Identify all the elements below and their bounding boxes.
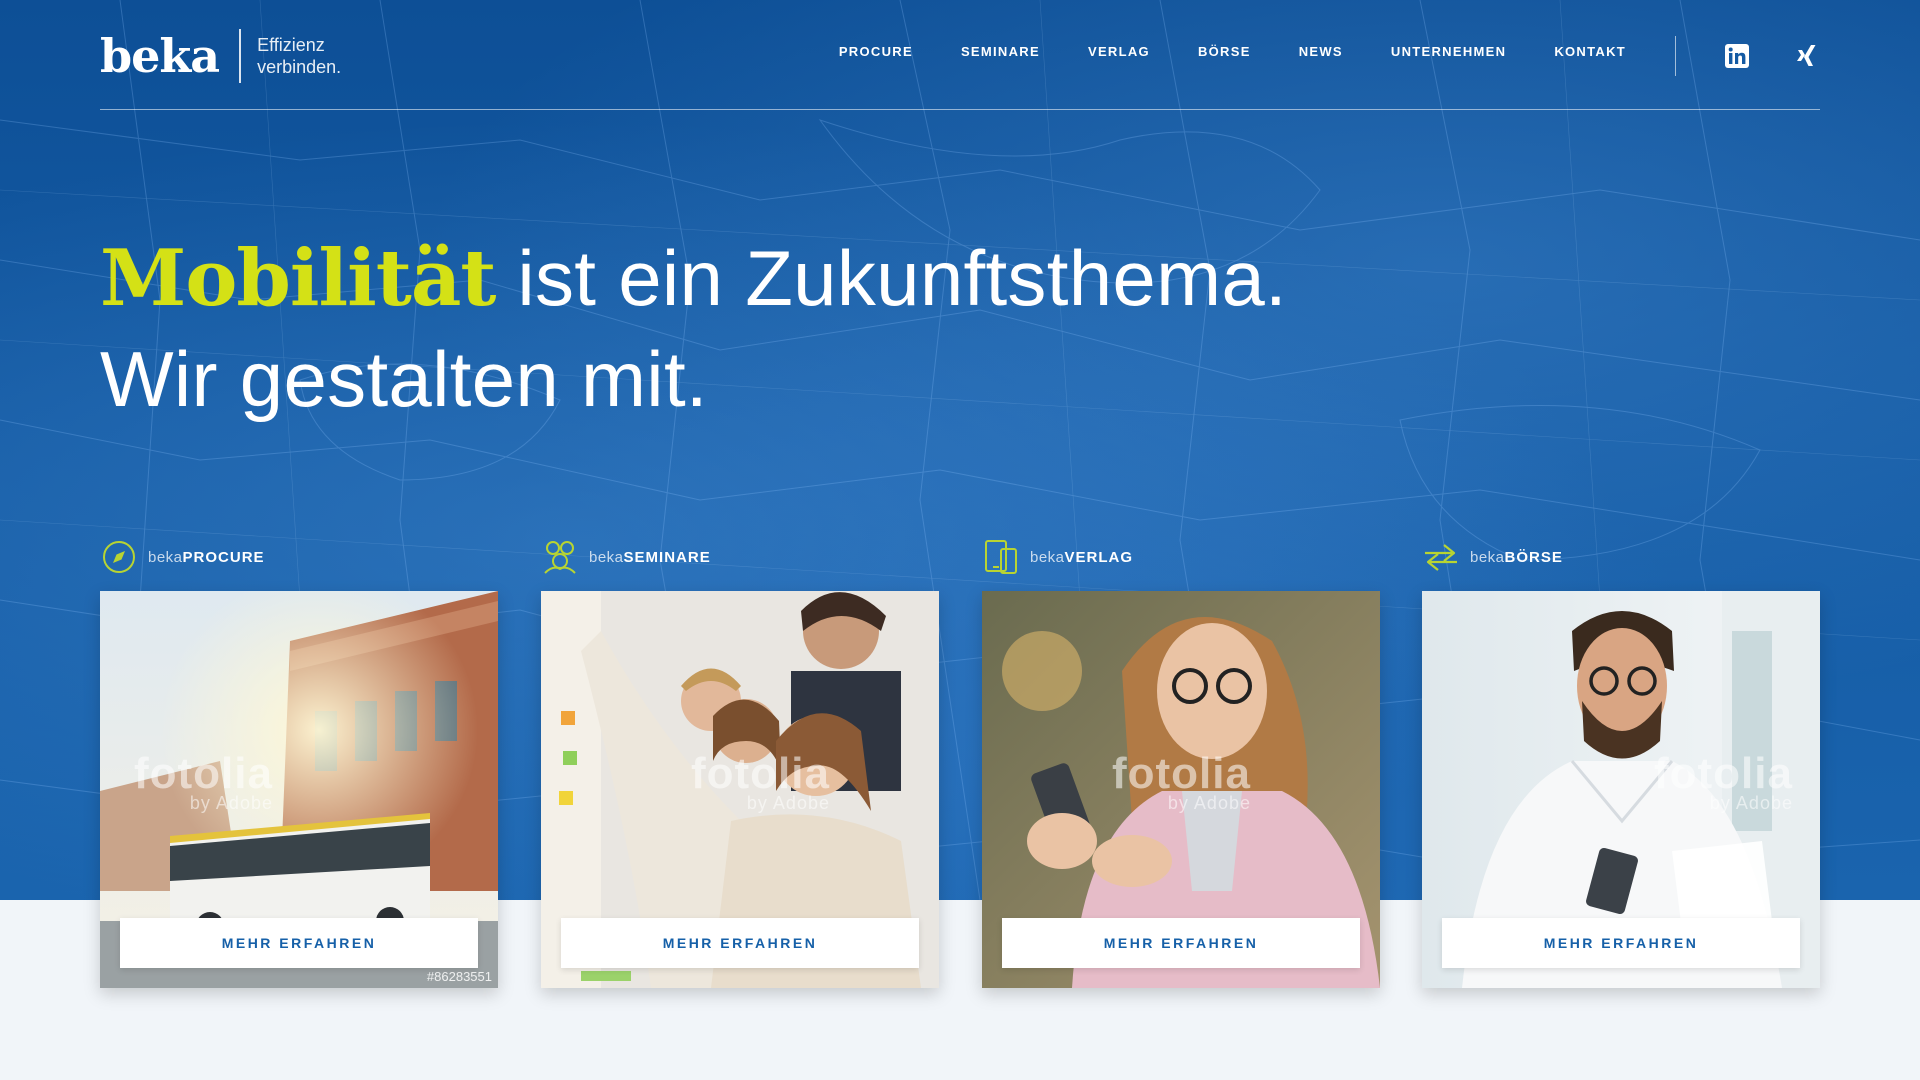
card-title: bekaSEMINARE xyxy=(589,549,711,566)
site-header: beka Effizienz verbinden. PROCURE SEMINA… xyxy=(100,28,1820,110)
nav-item-boerse[interactable]: BÖRSE xyxy=(1198,44,1251,59)
watermark: fotolia by Adobe xyxy=(1112,749,1251,813)
xing-icon[interactable] xyxy=(1794,43,1820,69)
card-title: bekaBÖRSE xyxy=(1470,549,1563,566)
exchange-arrows-icon xyxy=(1422,538,1460,576)
card-image-procure[interactable]: fotolia by Adobe #86283551 MEHR ERFAHREN xyxy=(100,591,498,988)
card-seminare: bekaSEMINARE fotolia by Adobe MEHR ERFAHR… xyxy=(541,535,939,988)
hero-headline: Mobilität ist ein Zukunftsthema. Wir ges… xyxy=(100,228,1287,429)
watermark: fotolia by Adobe xyxy=(691,749,830,813)
card-title-prefix: beka xyxy=(148,548,183,566)
watermark: fotolia by Adobe xyxy=(134,749,273,813)
nav-item-seminare[interactable]: SEMINARE xyxy=(961,44,1040,59)
card-verlag: bekaVERLAG fotolia by Adobe MEHR ERFAHREN xyxy=(982,535,1380,988)
card-procure: bekaPROCURE fotolia by Adobe #86283551 ME… xyxy=(100,535,498,988)
card-image-seminare[interactable]: fotolia by Adobe MEHR ERFAHREN xyxy=(541,591,939,988)
card-boerse: bekaBÖRSE fotolia by Adobe MEHR ERFAHREN xyxy=(1422,535,1820,988)
card-title-main: SEMINARE xyxy=(623,548,711,566)
card-label[interactable]: bekaPROCURE xyxy=(100,535,498,579)
card-label[interactable]: bekaSEMINARE xyxy=(541,535,939,579)
card-label[interactable]: bekaVERLAG xyxy=(982,535,1380,579)
stock-id: #86283551 xyxy=(426,969,492,984)
watermark: fotolia by Adobe xyxy=(1654,749,1793,813)
linkedin-icon[interactable] xyxy=(1724,43,1750,69)
nav-divider xyxy=(1675,36,1676,76)
logo-tagline: Effizienz verbinden. xyxy=(257,34,341,78)
card-title-prefix: beka xyxy=(1470,548,1505,566)
card-title-main: BÖRSE xyxy=(1504,548,1563,566)
nav-item-verlag[interactable]: VERLAG xyxy=(1088,44,1150,59)
card-title: bekaVERLAG xyxy=(1030,549,1133,566)
card-title-prefix: beka xyxy=(1030,548,1065,566)
headline-line-2: Wir gestalten mit. xyxy=(100,335,708,423)
card-image-verlag[interactable]: fotolia by Adobe MEHR ERFAHREN xyxy=(982,591,1380,988)
nav-item-kontakt[interactable]: KONTAKT xyxy=(1554,44,1626,59)
people-icon xyxy=(541,538,579,576)
headline-accent: Mobilität xyxy=(100,233,496,324)
mehr-erfahren-button[interactable]: MEHR ERFAHREN xyxy=(120,918,478,968)
brand-logo[interactable]: beka Effizienz verbinden. xyxy=(100,28,341,84)
logo-wordmark: beka xyxy=(100,29,220,83)
card-image-boerse[interactable]: fotolia by Adobe MEHR ERFAHREN xyxy=(1422,591,1820,988)
devices-icon xyxy=(982,538,1020,576)
mehr-erfahren-button[interactable]: MEHR ERFAHREN xyxy=(561,918,919,968)
tagline-line-1: Effizienz xyxy=(257,35,325,55)
nav-item-unternehmen[interactable]: UNTERNEHMEN xyxy=(1391,44,1506,59)
tagline-line-2: verbinden. xyxy=(257,57,342,77)
nav-item-news[interactable]: NEWS xyxy=(1299,44,1343,59)
mehr-erfahren-button[interactable]: MEHR ERFAHREN xyxy=(1442,918,1800,968)
card-label[interactable]: bekaBÖRSE xyxy=(1422,535,1820,579)
logo-divider xyxy=(239,29,242,83)
card-title-main: PROCURE xyxy=(182,548,265,566)
card-title-prefix: beka xyxy=(589,548,624,566)
headline-rest: ist ein Zukunftsthema. xyxy=(495,234,1287,322)
compass-icon xyxy=(100,538,138,576)
card-title-main: VERLAG xyxy=(1064,548,1134,566)
main-navigation: PROCURE SEMINARE VERLAG BÖRSE NEWS UNTER… xyxy=(839,44,1626,59)
mehr-erfahren-button[interactable]: MEHR ERFAHREN xyxy=(1002,918,1360,968)
nav-item-procure[interactable]: PROCURE xyxy=(839,44,913,59)
card-title: bekaPROCURE xyxy=(148,549,265,566)
